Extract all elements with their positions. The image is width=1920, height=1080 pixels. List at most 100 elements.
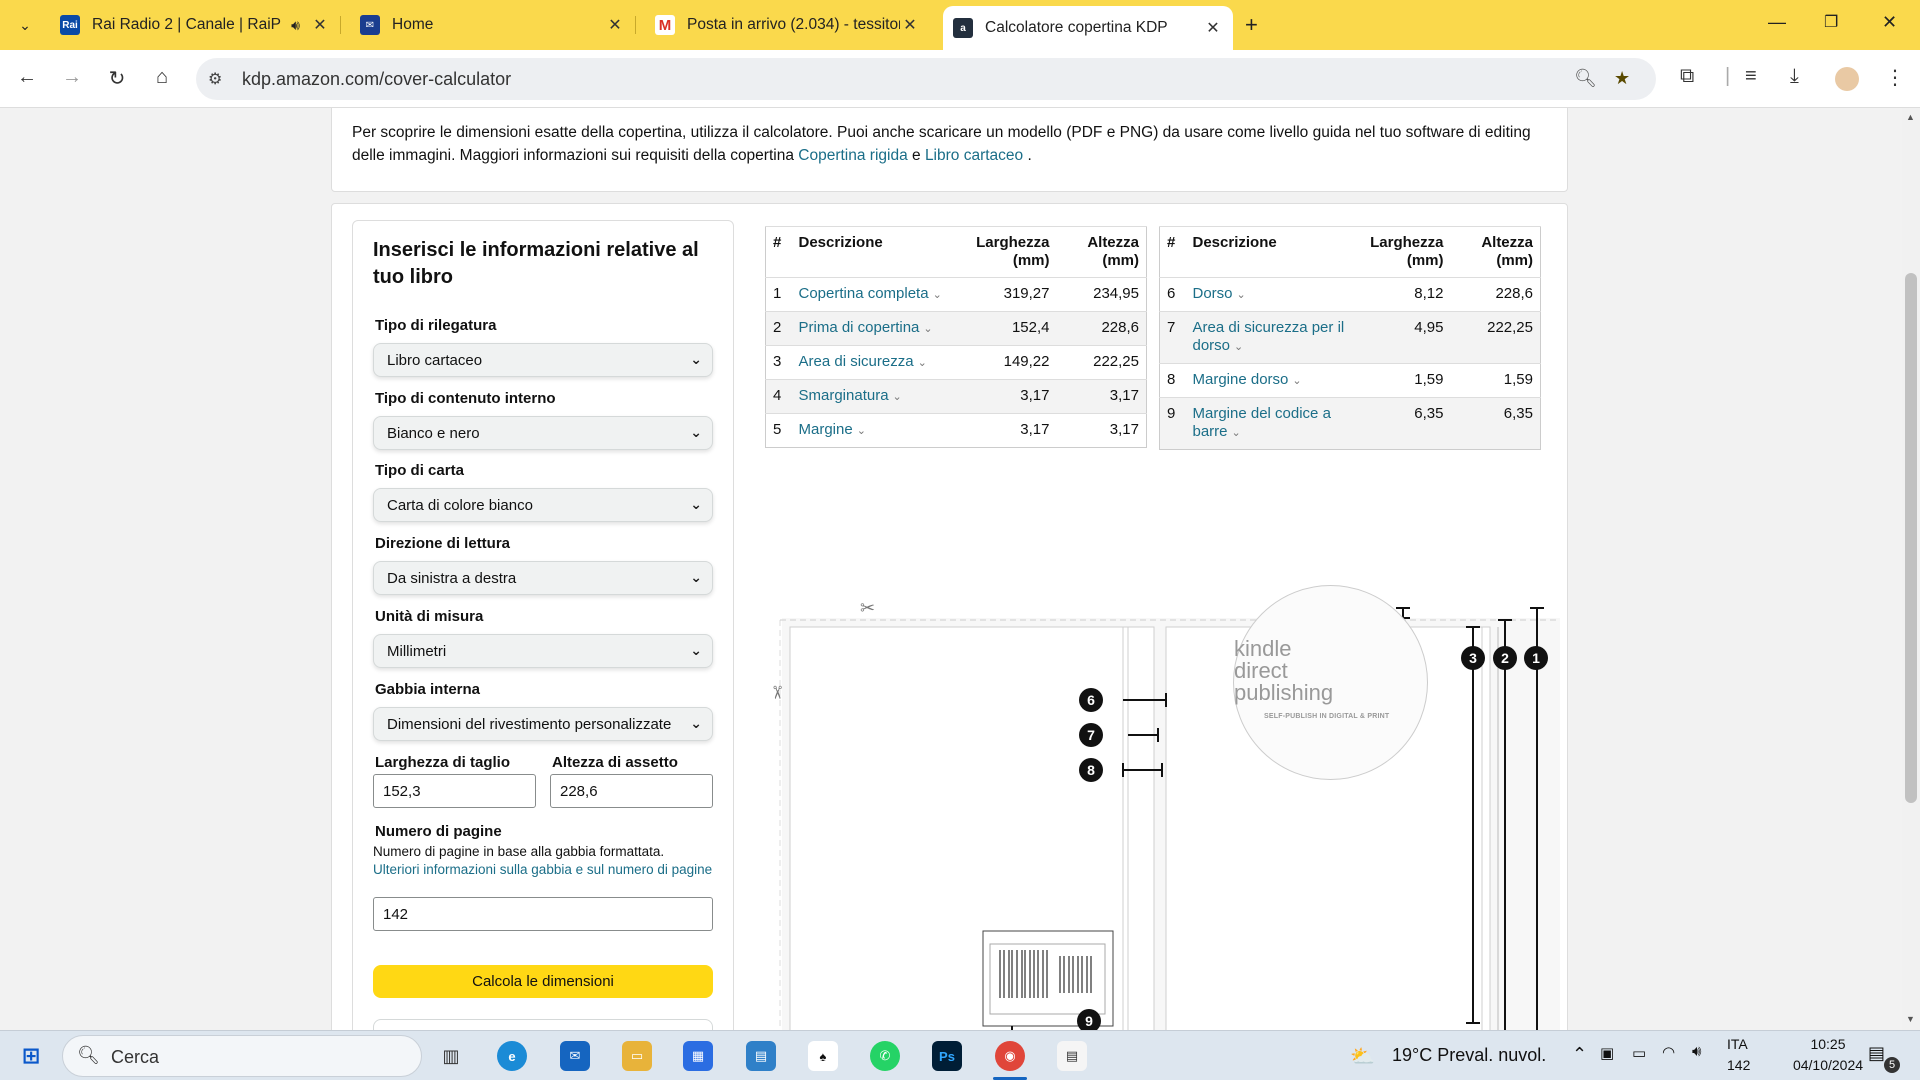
edge-icon[interactable]: e (497, 1041, 527, 1071)
row-description-link[interactable]: Margine ⌄ (791, 413, 962, 448)
notepad-icon[interactable]: ▤ (1057, 1041, 1087, 1071)
clock-time[interactable]: 10:25 (1792, 1036, 1864, 1052)
tab-rai-radio[interactable]: Rai Rai Radio 2 | Canale | RaiPla 🔊︎ ✕ (50, 6, 341, 44)
paper-select[interactable]: Carta di colore bianco ⌄ (373, 488, 713, 522)
row-description-link[interactable]: Margine del codice a barre ⌄ (1185, 397, 1356, 450)
chrome-icon[interactable]: ◉ (995, 1041, 1025, 1071)
tab-search-chevron-icon[interactable]: ⌄ (10, 10, 40, 40)
row-description-link[interactable]: Margine dorso ⌄ (1185, 363, 1356, 398)
close-icon[interactable]: ✕ (310, 15, 330, 35)
menu-dots-icon[interactable]: ⋮ (1885, 65, 1905, 90)
chevron-down-icon[interactable]: ⌄ (918, 357, 927, 369)
binding-select[interactable]: Libro cartaceo ⌄ (373, 343, 713, 377)
tab-gmail[interactable]: M Posta in arrivo (2.034) - tessitor ✕ (645, 6, 930, 44)
trim-height-input[interactable]: 228,6 (550, 774, 713, 808)
row-description-link[interactable]: Copertina completa ⌄ (791, 277, 962, 312)
photoshop-icon[interactable]: Ps (932, 1041, 962, 1071)
restore-icon[interactable]: ❐ (1824, 12, 1838, 32)
taskbar-search-box[interactable]: 🔍︎ Cerca (62, 1035, 422, 1077)
windows-start-icon[interactable]: ⊞ (16, 1041, 46, 1071)
keyboard-layout[interactable]: 142 (1727, 1057, 1750, 1073)
minimize-icon[interactable]: — (1768, 12, 1786, 33)
row-description[interactable]: Margine (799, 421, 853, 438)
page-count-input[interactable]: 142 (373, 897, 713, 931)
chevron-down-icon[interactable]: ⌄ (857, 425, 866, 437)
row-description-link[interactable]: Area di sicurezza per il dorso ⌄ (1185, 311, 1356, 364)
row-description[interactable]: Area di sicurezza (799, 353, 914, 370)
task-view-icon[interactable]: ▥ (436, 1041, 466, 1071)
file-explorer-icon[interactable]: ▭ (622, 1041, 652, 1071)
clock-date[interactable]: 04/10/2024 (1785, 1057, 1871, 1073)
trim-select[interactable]: Dimensioni del rivestimento personalizza… (373, 707, 713, 741)
address-bar[interactable]: ⚙ kdp.amazon.com/cover-calculator 🔍︎ ★ (196, 58, 1656, 100)
unit-select[interactable]: Millimetri ⌄ (373, 634, 713, 668)
chevron-down-icon[interactable]: ⌄ (1234, 341, 1243, 353)
zoom-icon[interactable]: 🔍︎ (1574, 68, 1597, 89)
chevron-down-icon[interactable]: ⌄ (1292, 375, 1301, 387)
scroll-thumb[interactable] (1905, 273, 1917, 803)
paperback-link[interactable]: Libro cartaceo (925, 147, 1023, 164)
secondary-button[interactable] (373, 1019, 713, 1030)
chevron-down-icon[interactable]: ⌄ (1237, 289, 1246, 301)
row-description-link[interactable]: Smarginatura ⌄ (791, 379, 962, 414)
speaker-icon[interactable]: 🔊︎ (291, 17, 300, 34)
hardcover-link[interactable]: Copertina rigida (798, 147, 907, 164)
device-icon[interactable]: ▣ (1600, 1044, 1614, 1062)
reload-icon[interactable]: ↻ (104, 66, 130, 91)
language-code[interactable]: ITA (1727, 1036, 1748, 1052)
row-description[interactable]: Area di sicurezza per il dorso (1193, 319, 1345, 354)
reading-direction-select[interactable]: Da sinistra a destra ⌄ (373, 561, 713, 595)
calculate-button[interactable]: Calcola le dimensioni (373, 965, 713, 998)
page-scrollbar[interactable]: ▲ ▼ (1902, 108, 1920, 1030)
chevron-down-icon[interactable]: ⌄ (1232, 427, 1241, 439)
row-description-link[interactable]: Area di sicurezza ⌄ (791, 345, 962, 380)
scroll-down-icon[interactable]: ▼ (1906, 1014, 1915, 1024)
site-info-icon[interactable]: ⚙ (208, 69, 222, 89)
extensions-icon[interactable]: ⧉ (1680, 65, 1694, 88)
interior-select[interactable]: Bianco e nero ⌄ (373, 416, 713, 450)
row-description-link[interactable]: Prima di copertina ⌄ (791, 311, 962, 346)
weather-text[interactable]: 19°C Preval. nuvol. (1392, 1045, 1546, 1066)
forward-arrow-icon[interactable]: → (59, 66, 85, 89)
window-close-icon[interactable]: ✕ (1882, 12, 1897, 33)
row-description[interactable]: Dorso (1193, 285, 1233, 302)
page-count-info-link[interactable]: Ulteriori informazioni sulla gabbia e su… (373, 861, 713, 879)
new-tab-plus-icon[interactable]: + (1245, 12, 1258, 38)
row-description[interactable]: Copertina completa (799, 285, 929, 302)
tab-kdp-calculator[interactable]: a Calcolatore copertina KDP ✕ (943, 6, 1233, 50)
wifi-icon[interactable]: ◠ (1662, 1043, 1675, 1061)
row-description[interactable]: Prima di copertina (799, 319, 920, 336)
volume-icon[interactable]: 🔊︎ (1692, 1043, 1701, 1060)
media-control-icon[interactable]: ≡ (1745, 65, 1757, 88)
bookmark-star-icon[interactable]: ★ (1614, 68, 1630, 89)
url-text[interactable]: kdp.amazon.com/cover-calculator (242, 69, 511, 90)
mail-icon[interactable]: ✉ (560, 1041, 590, 1071)
row-description[interactable]: Margine del codice a barre (1193, 405, 1331, 440)
chevron-down-icon[interactable]: ⌄ (923, 323, 932, 335)
chevron-down-icon[interactable]: ⌄ (893, 391, 902, 403)
row-description-link[interactable]: Dorso ⌄ (1185, 277, 1356, 312)
close-icon[interactable]: ✕ (900, 15, 920, 35)
whatsapp-icon[interactable]: ✆ (870, 1041, 900, 1071)
row-number: 9 (1159, 397, 1186, 450)
download-icon[interactable]: ⤓ (1790, 65, 1799, 88)
notifications-icon[interactable]: ▤ (1868, 1043, 1885, 1064)
back-arrow-icon[interactable]: ← (14, 66, 40, 89)
solitaire-icon[interactable]: ♠ (808, 1041, 838, 1071)
chevron-down-icon[interactable]: ⌄ (933, 289, 942, 301)
home-icon[interactable]: ⌂ (149, 66, 175, 89)
profile-avatar[interactable] (1835, 67, 1859, 91)
tray-chevron-icon[interactable]: ⌃ (1572, 1044, 1587, 1065)
row-width: 1,59 (1355, 363, 1451, 398)
close-icon[interactable]: ✕ (1203, 18, 1223, 38)
row-description[interactable]: Smarginatura (799, 387, 889, 404)
trim-width-input[interactable]: 152,3 (373, 774, 536, 808)
store-icon[interactable]: ▦ (683, 1041, 713, 1071)
tab-home[interactable]: ✉ Home ✕ (350, 6, 636, 44)
weather-icon[interactable]: ⛅ (1350, 1044, 1375, 1069)
scroll-up-icon[interactable]: ▲ (1906, 112, 1915, 122)
battery-icon[interactable]: ▭ (1632, 1044, 1646, 1062)
row-description[interactable]: Margine dorso (1193, 371, 1289, 388)
control-panel-icon[interactable]: ▤ (746, 1041, 776, 1071)
close-icon[interactable]: ✕ (605, 15, 625, 35)
